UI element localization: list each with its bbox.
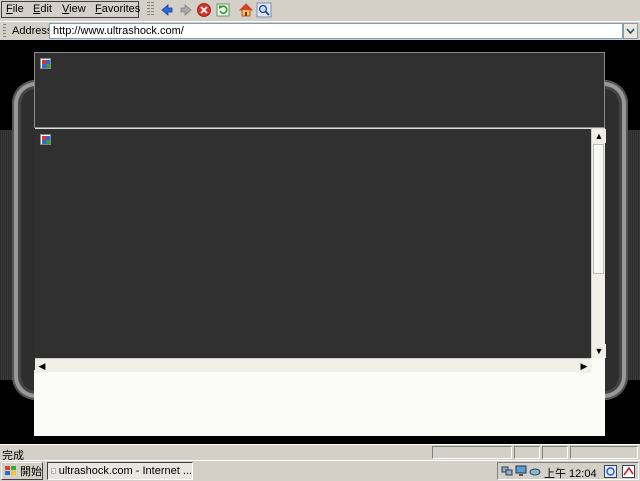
broken-image-icon [40,134,51,145]
status-panel [432,446,512,459]
scroll-up-button[interactable]: ▲ [592,129,606,143]
stop-icon[interactable] [196,2,212,18]
vertical-scroll-thumb[interactable] [593,144,604,274]
clock[interactable]: 上午 12:04 [544,465,597,481]
address-dropdown-button[interactable] [623,23,638,39]
menu-bar: File Edit View Favorites [0,0,640,20]
home-icon[interactable] [238,2,254,18]
address-label: Address [12,25,53,37]
status-panel [514,446,540,459]
address-input[interactable]: http://www.ultrashock.com/ [49,23,623,39]
language-icon[interactable] [604,465,617,478]
web-page: ▲ ▼ ◀ ▶ [0,40,640,444]
content-frame: ▲ ▼ ◀ ▶ [35,128,606,373]
address-grip[interactable] [3,24,6,39]
decorative-stripe [0,130,12,380]
top-frame [34,52,605,128]
monitor-icon[interactable] [515,465,527,477]
start-label: 開始 [20,466,42,478]
decorative-stripe [626,130,640,380]
internet-explorer-icon: e [51,469,56,474]
chevron-down-icon [626,28,635,35]
refresh-icon[interactable] [215,2,231,18]
scroll-down-button[interactable]: ▼ [592,344,606,358]
scroll-right-button[interactable]: ▶ [577,359,591,373]
toolbar-grip[interactable] [147,2,150,17]
start-button[interactable]: 開始 [1,462,43,480]
broken-image-icon [40,58,51,69]
taskbar: 開始 e ultrashock.com - Internet ... 上午 12… [0,460,640,481]
scroll-left-button[interactable]: ◀ [35,359,49,373]
vertical-scrollbar[interactable]: ▲ ▼ [591,129,606,358]
svg-text:e: e [52,469,54,474]
network-icon[interactable] [501,465,513,477]
address-bar: Address http://www.ultrashock.com/ [0,21,640,40]
input-method-icon[interactable] [622,465,635,478]
status-panel [542,446,568,459]
back-icon[interactable] [159,2,175,18]
status-bar: 完成 [0,444,640,462]
system-tray: 上午 12:04 [497,462,639,480]
horizontal-scrollbar[interactable]: ◀ ▶ [35,358,591,373]
taskbar-task-ie[interactable]: e ultrashock.com - Internet ... [47,462,193,480]
menu-edit[interactable]: Edit [33,3,52,15]
scrollbar-corner [591,358,605,372]
menu-favorites[interactable]: Favorites [95,3,140,15]
windows-logo-icon [5,466,16,475]
search-icon[interactable] [256,2,272,18]
bottom-panel [34,370,605,436]
forward-icon[interactable] [178,2,194,18]
menu-view[interactable]: View [62,3,86,15]
menu-file[interactable]: File [6,3,24,15]
status-panel [570,446,638,459]
toolbar-grip[interactable] [151,2,154,17]
drive-icon[interactable] [529,465,541,477]
task-label: ultrashock.com - Internet ... [58,465,192,477]
